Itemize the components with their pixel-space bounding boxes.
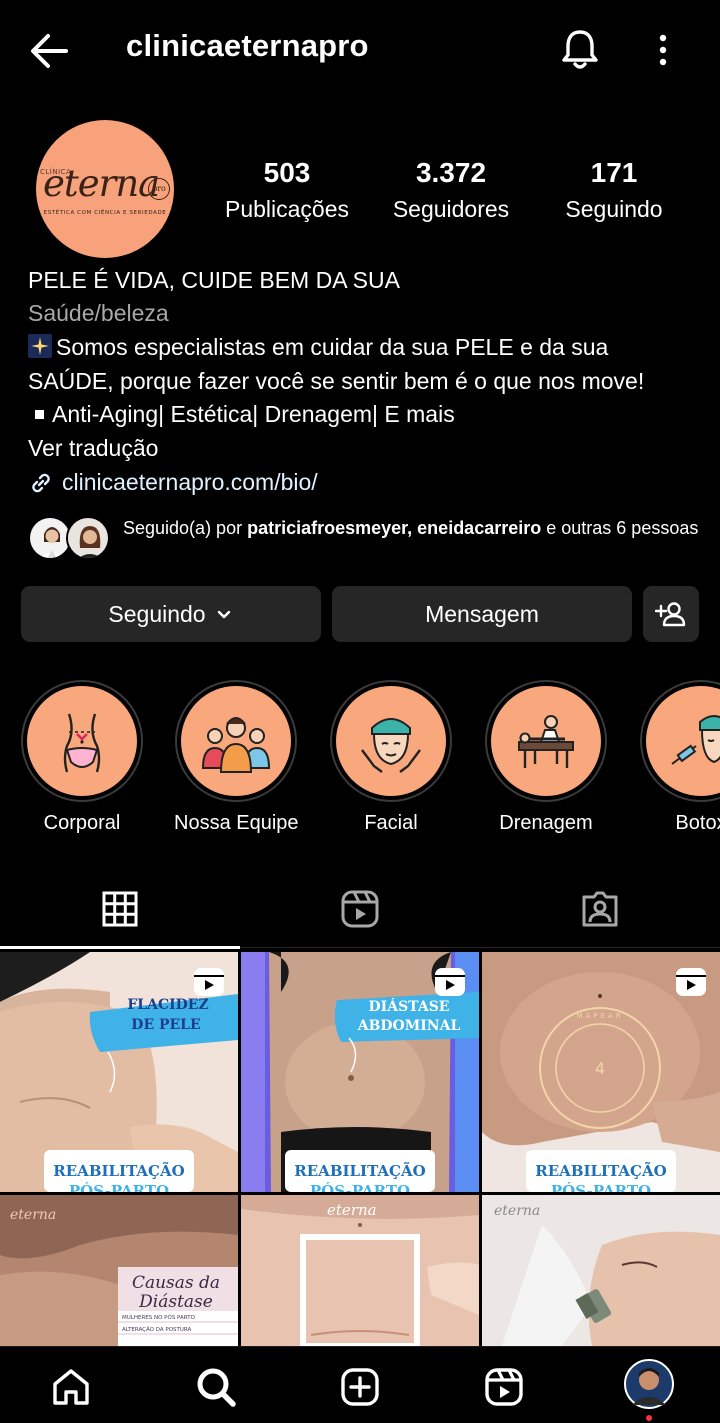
bio-line-3-text: Anti-Aging| Estética| Drenagem| E mais (52, 401, 455, 427)
tagged-user-icon (582, 891, 618, 927)
more-options-icon[interactable] (648, 30, 678, 70)
search-icon[interactable] (192, 1363, 240, 1411)
post-thumbnail[interactable]: eterna (241, 1195, 479, 1346)
tab-divider (240, 947, 720, 948)
post-footer-text: REABILITAÇÃO (535, 1161, 666, 1180)
add-person-icon (655, 602, 686, 627)
bio-line-1: Somos especialistas em cuidar da sua PEL… (28, 331, 608, 364)
post-title-line: ABDOMINAL (357, 1018, 461, 1034)
bullet-square-icon (35, 409, 44, 419)
highlight-label: Facial (364, 812, 418, 834)
massage-icon (491, 686, 601, 796)
post-title-line: DIÁSTASE (369, 997, 450, 1015)
post-title-line: Causas da (132, 1273, 220, 1293)
follower-avatar (66, 516, 110, 560)
see-translation-link[interactable]: Ver tradução (28, 432, 158, 465)
active-tab-indicator (0, 946, 240, 949)
highlight-label: Nossa Equipe (174, 812, 299, 834)
followed-by[interactable]: Seguido(a) por patriciafroesmeyer, eneid… (28, 512, 708, 568)
highlight-nossa-equipe[interactable]: Nossa Equipe (174, 680, 299, 835)
post-thumbnail[interactable]: eterna Causas da Diástase MULHERES NO PÓ… (0, 1195, 238, 1346)
post-brand: eterna (327, 1201, 377, 1219)
notification-dot (646, 1415, 652, 1421)
stat-posts[interactable]: 503 Publicações (218, 156, 356, 226)
stat-following-value: 171 (590, 157, 638, 188)
create-post-icon[interactable] (336, 1363, 384, 1411)
post-list-item: ALTERAÇÃO DA POSTURA (122, 1326, 192, 1333)
post-thumbnail[interactable]: DIÁSTASE ABDOMINAL REABILITAÇÃO PÓS-PART… (241, 952, 479, 1192)
stat-followers-label: Seguidores (392, 196, 510, 222)
highlight-corporal[interactable]: Corporal (20, 680, 144, 835)
tagged-tab[interactable] (480, 870, 720, 948)
notification-bell-icon[interactable] (558, 26, 602, 72)
following-button[interactable]: Seguindo (21, 586, 321, 642)
bio-link-text: clinicaeternapro.com/bio/ (62, 469, 318, 495)
highlight-label: Drenagem (499, 812, 593, 834)
profile-avatar[interactable] (624, 1359, 674, 1409)
face-care-icon (336, 686, 446, 796)
home-icon[interactable] (47, 1363, 95, 1411)
bottom-navigation (0, 1346, 720, 1423)
logo-main-text: eterna (43, 162, 160, 205)
reels-tab[interactable] (240, 870, 480, 948)
stat-posts-value: 503 (263, 157, 311, 188)
highlight-label: Botox (675, 812, 720, 834)
highlight-label: Corporal (43, 812, 121, 834)
post-title-line: Diástase (138, 1292, 213, 1312)
post-thumbnail[interactable]: MAPEAR 4 REABILITAÇÃO PÓS-PARTO (482, 952, 720, 1192)
post-number: 4 (595, 1059, 605, 1078)
bio-link[interactable]: clinicaeternapro.com/bio/ (28, 466, 318, 499)
post-brand: eterna (10, 1207, 56, 1223)
bio-line-3: Anti-Aging| Estética| Drenagem| E mais (28, 398, 455, 431)
highlight-facial[interactable]: Facial (329, 680, 453, 835)
team-icon (181, 686, 291, 796)
sparkle-emoji-icon (28, 334, 52, 358)
profile-tabs (0, 870, 720, 950)
post-brand: eterna (494, 1203, 540, 1219)
logo-tagline: ESTÉTICA COM CIÊNCIA E SERIEDADE (43, 210, 167, 216)
stat-following-label: Seguindo (565, 196, 663, 222)
post-list-item: MULHERES NO PÓS PARTO (122, 1314, 196, 1321)
profile-category[interactable]: Saúde/beleza (28, 297, 169, 330)
grid-tab[interactable] (0, 870, 240, 948)
post-ring-text: MAPEAR (576, 1012, 623, 1020)
grid-icon (102, 891, 138, 927)
post-footer-text: PÓS-PARTO (69, 1182, 169, 1192)
profile-avatar-logo[interactable]: CLÍNICA eterna pro ESTÉTICA COM CIÊNCIA … (36, 120, 174, 258)
stat-posts-label: Publicações (224, 196, 350, 222)
chevron-down-icon (217, 610, 230, 619)
injection-icon (646, 686, 720, 796)
stat-followers[interactable]: 3.372 Seguidores (384, 156, 518, 226)
post-footer-text: REABILITAÇÃO (294, 1161, 425, 1180)
following-button-label: Seguindo (108, 600, 206, 627)
stat-following[interactable]: 171 Seguindo (556, 156, 672, 226)
post-footer-text: PÓS-PARTO (551, 1182, 651, 1192)
bio-line-1-text: Somos especialistas em cuidar da sua PEL… (56, 334, 609, 360)
message-button-label: Mensagem (425, 600, 539, 627)
post-title-line: FLACIDEZ (127, 997, 208, 1013)
logo-badge: pro (148, 178, 170, 200)
reels-nav-icon[interactable] (480, 1363, 528, 1411)
post-thumbnail[interactable]: eterna (482, 1195, 720, 1346)
suggest-people-button[interactable] (643, 586, 699, 642)
post-footer-text: REABILITAÇÃO (53, 1161, 184, 1180)
back-arrow-icon[interactable] (26, 28, 72, 74)
stat-followers-value: 3.372 (415, 157, 487, 188)
link-icon (32, 473, 50, 492)
highlight-drenagem[interactable]: Drenagem (484, 680, 608, 835)
post-thumbnail[interactable]: FLACIDEZ DE PELE REABILITAÇÃO PÓS-PARTO (0, 952, 238, 1192)
message-button[interactable]: Mensagem (332, 586, 632, 642)
followed-by-text: Seguido(a) por patriciafroesmeyer, eneid… (123, 518, 699, 538)
body-waist-icon (27, 686, 137, 796)
post-footer-text: PÓS-PARTO (310, 1182, 410, 1192)
profile-name: PELE É VIDA, CUIDE BEM DA SUA (28, 267, 400, 293)
bio-line-2: SAÚDE, porque fazer você se sentir bem é… (28, 368, 645, 394)
post-title-line: DE PELE (131, 1017, 200, 1033)
profile-username: clinicaeternapro (126, 28, 369, 63)
highlight-botox[interactable]: Botox (639, 680, 720, 835)
top-bar: clinicaeternapro (0, 0, 720, 100)
reels-icon (341, 890, 379, 928)
